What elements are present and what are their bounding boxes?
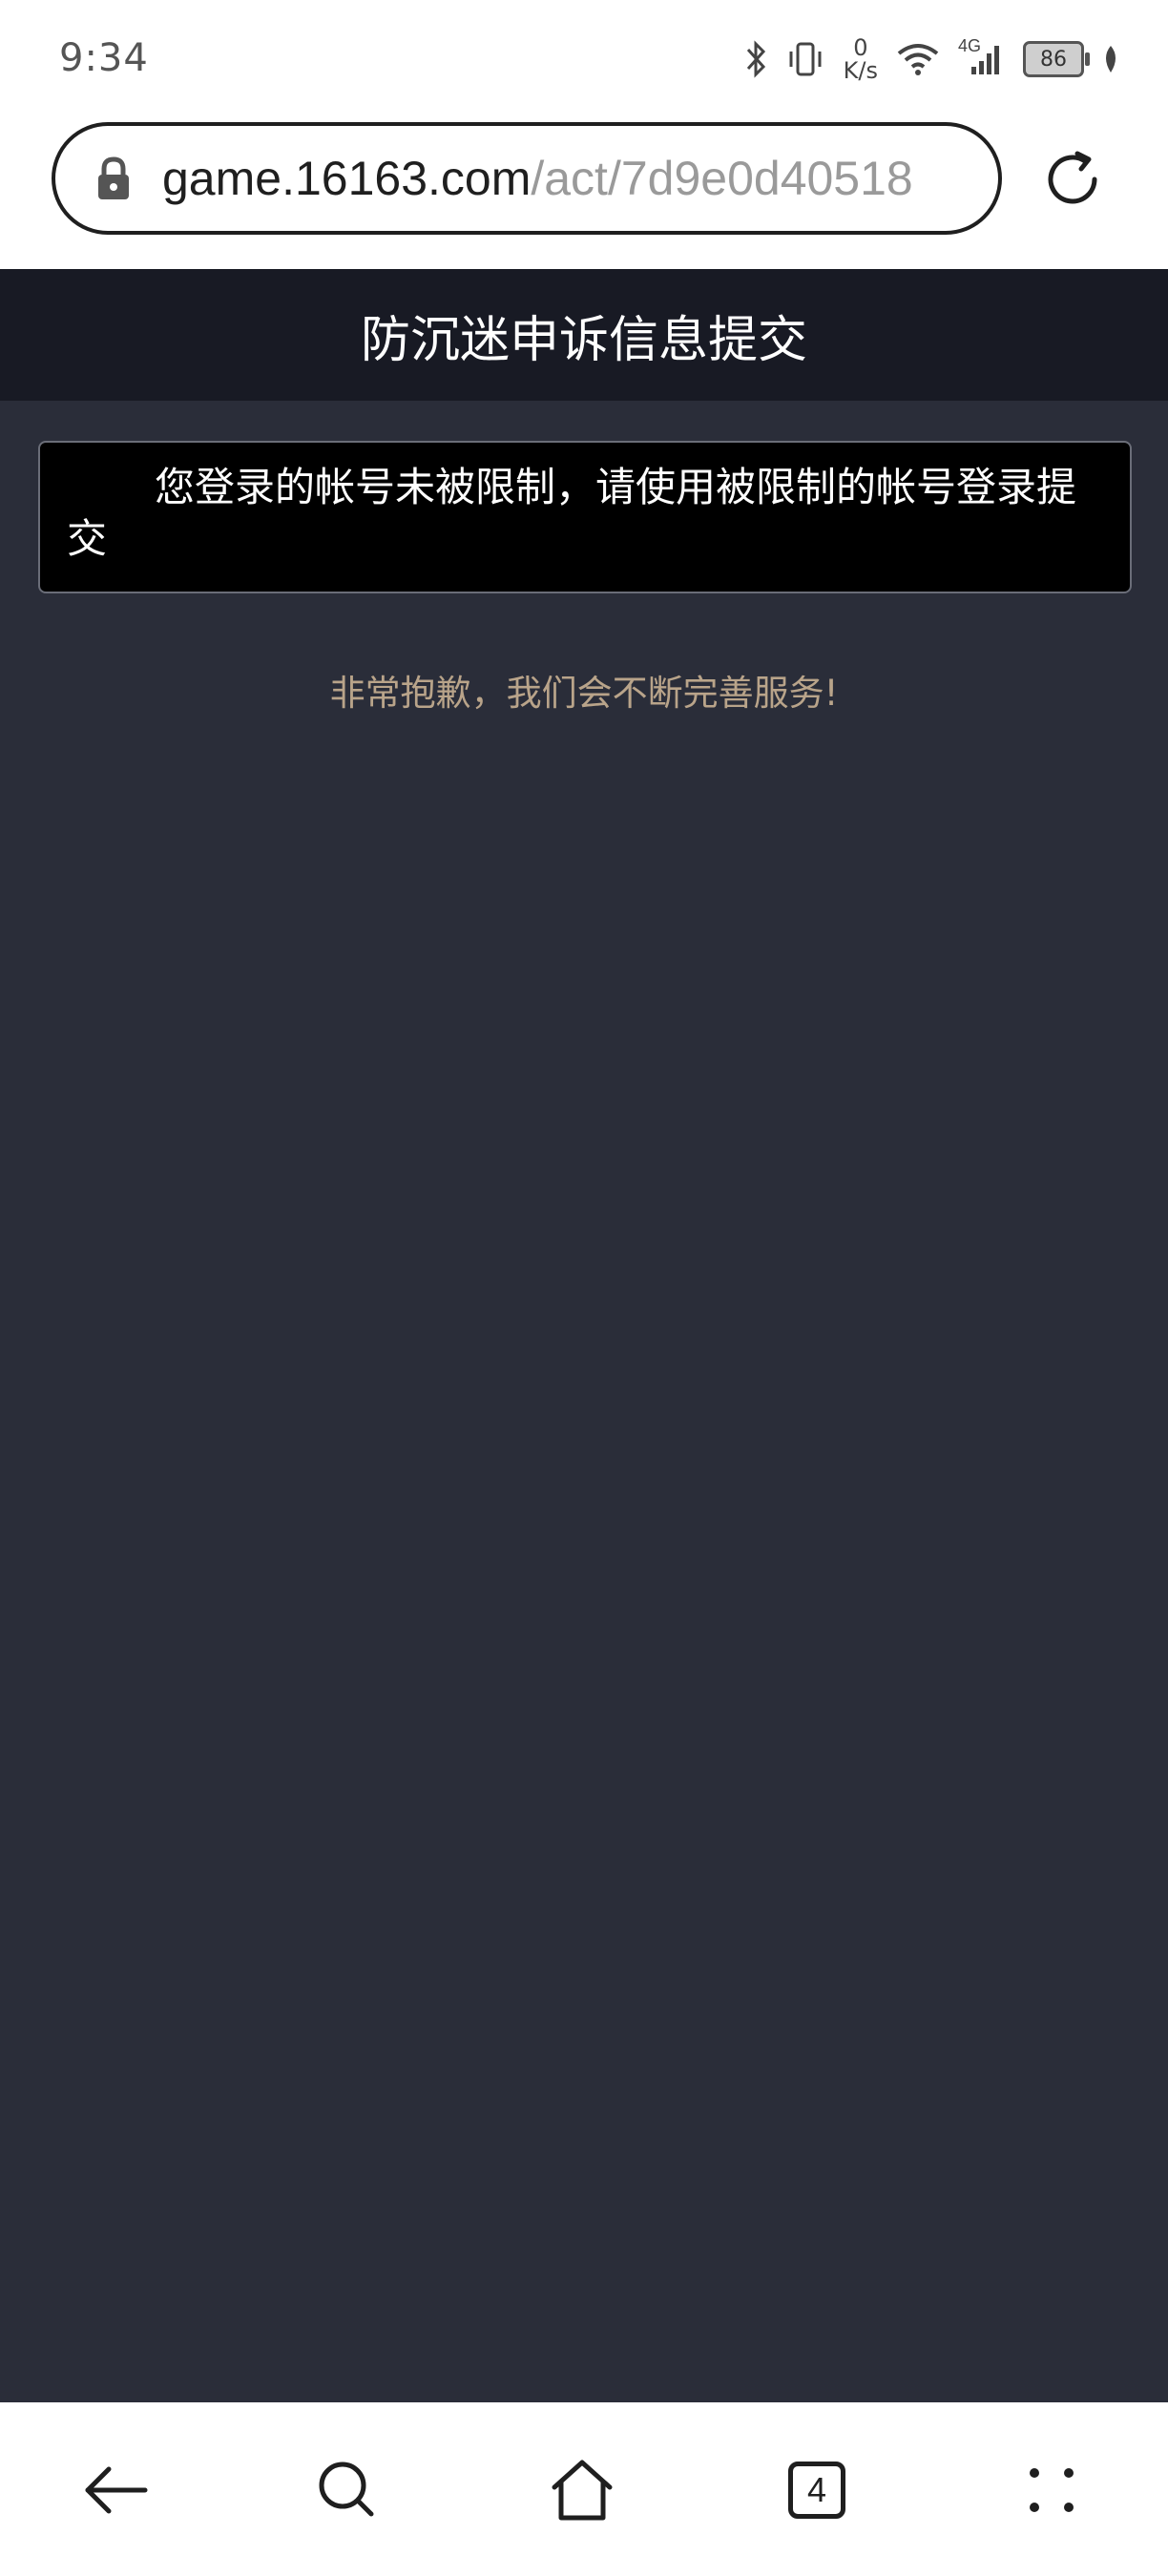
bottom-nav: 4 xyxy=(0,2402,1168,2576)
vibrate-icon xyxy=(789,42,822,76)
tabs-icon: 4 xyxy=(788,2462,845,2519)
signal-icon xyxy=(971,46,999,74)
reload-button[interactable] xyxy=(1036,143,1109,216)
leaf-icon xyxy=(1106,46,1116,73)
address-bar-row: game.16163.com/act/7d9e0d40518 xyxy=(0,114,1168,269)
battery-level: 86 xyxy=(1040,47,1067,72)
page-header: 防沉迷申诉信息提交 xyxy=(0,269,1168,401)
search-icon xyxy=(319,2462,374,2517)
more-dots-icon xyxy=(1030,2468,1074,2512)
back-arrow-icon xyxy=(85,2466,148,2514)
url-bar[interactable]: game.16163.com/act/7d9e0d40518 xyxy=(52,122,1002,235)
status-bar: 9:34 0 K/s 4G 86 xyxy=(0,0,1168,114)
reload-icon xyxy=(1048,151,1097,204)
url-text: game.16163.com/act/7d9e0d40518 xyxy=(162,151,913,206)
network-speed: 0 K/s xyxy=(844,36,878,82)
home-button[interactable] xyxy=(536,2444,628,2536)
tab-count: 4 xyxy=(806,2470,827,2509)
wifi-icon xyxy=(897,44,939,75)
more-button[interactable] xyxy=(1006,2444,1097,2536)
tabs-button[interactable]: 4 xyxy=(771,2444,863,2536)
network-speed-value: 0 xyxy=(853,34,868,61)
message-box: 您登录的帐号未被限制，请使用被限制的帐号登录提交 xyxy=(38,441,1132,593)
message-text: 您登录的帐号未被限制，请使用被限制的帐号登录提交 xyxy=(67,464,1077,562)
apology-text: 非常抱歉，我们会不断完善服务! xyxy=(329,673,839,714)
bluetooth-icon xyxy=(746,40,765,78)
search-button[interactable] xyxy=(302,2444,393,2536)
lock-icon xyxy=(98,156,129,199)
home-icon xyxy=(552,2460,613,2521)
page-title: 防沉迷申诉信息提交 xyxy=(360,311,807,369)
url-host: game.16163.com xyxy=(162,152,532,205)
url-path: /act/7d9e0d40518 xyxy=(531,152,913,205)
battery-icon: 86 xyxy=(1023,41,1090,77)
status-icons: 0 K/s 4G 86 xyxy=(744,32,1120,86)
back-button[interactable] xyxy=(71,2444,162,2536)
status-time: 9:34 xyxy=(59,36,149,80)
network-speed-unit: K/s xyxy=(843,57,878,84)
signal-indicator: 4G xyxy=(958,36,1006,78)
